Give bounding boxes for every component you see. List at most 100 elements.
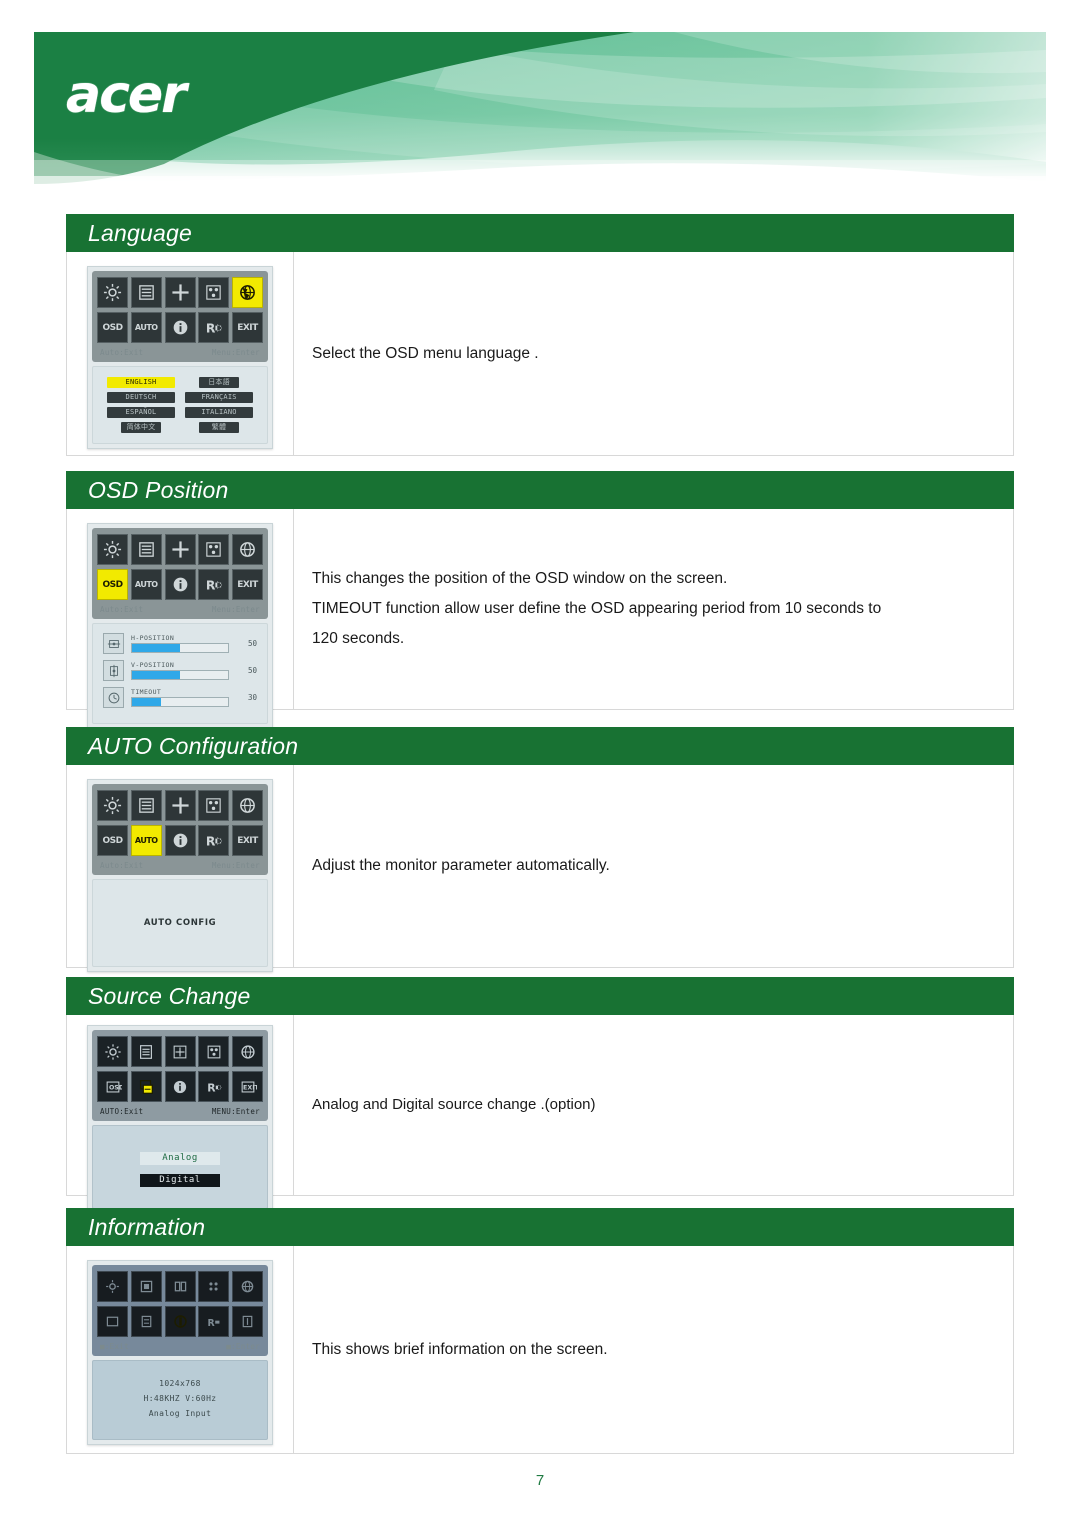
source-option-analog[interactable]: Analog [140,1152,220,1165]
osd-figure-source-change: OSD R EXIT [67,1015,294,1214]
slider-row[interactable]: TIMEOUT 30 [103,687,257,708]
source-icon[interactable] [130,1071,162,1102]
contrast-icon[interactable] [130,790,162,821]
osd-hint-left: Auto:Exit [100,605,144,614]
language-option[interactable]: ENGLISH [107,377,175,388]
section-body-source-change: OSD R EXIT [66,1015,1014,1214]
osd-source-list: Analog Digital [92,1125,268,1209]
language-icon[interactable] [232,277,263,308]
contrast-icon[interactable] [130,1036,162,1067]
osd-hint-bar: AUTO:Exit MENU:Enter [97,1106,263,1119]
section-description-osd-position: This changes the position of the OSD win… [294,509,1013,709]
color-icon[interactable] [198,277,230,308]
brightness-icon[interactable] [97,277,128,308]
osd-icon-grid: OSD AUTO R EXIT Auto:Exit Menu:Enter [92,528,268,619]
svg-text:R: R [206,321,216,335]
auto-icon[interactable]: AUTO [130,825,162,856]
auto-icon[interactable]: AUTO [130,569,162,600]
h-v-position-icon[interactable] [164,790,196,821]
reset-icon[interactable]: R [198,1071,230,1102]
slider-track[interactable] [131,670,229,680]
slider-row[interactable]: V-POSITION 50 [103,660,257,681]
osd-hint-right: ■:Enter [226,1342,260,1351]
osd-position-sliders: H-POSITION 50 V-POSITION 50 TIMEOUT 30 [92,623,268,724]
information-icon[interactable] [164,569,196,600]
section-source-change: Source Change OS R EXI AUTO:Exit MENU:En… [66,977,1014,1214]
exit-icon[interactable] [232,1306,263,1337]
reset-icon[interactable]: R [198,1306,230,1337]
reset-icon[interactable]: R [198,569,230,600]
language-option[interactable]: 简体中文 [121,422,161,433]
language-option[interactable]: ITALIANO [185,407,253,418]
reset-icon[interactable]: R [198,825,230,856]
slider-value: 50 [247,639,257,648]
svg-text:R: R [206,834,216,848]
color-icon[interactable] [198,534,230,565]
osd-icon-row-1 [97,277,263,308]
auto-icon[interactable] [130,1306,162,1337]
exit-icon[interactable]: EXIT [232,1071,263,1102]
language-option[interactable]: ESPAÑOL [107,407,175,418]
slider-track[interactable] [131,643,229,653]
slider-list: H-POSITION 50 V-POSITION 50 TIMEOUT 30 [99,631,261,716]
language-icon[interactable] [232,534,263,565]
information-icon[interactable] [164,825,196,856]
acer-header-banner: acer [34,32,1046,192]
brightness-icon[interactable] [97,534,128,565]
osd-icon-row-2: OSD AUTO R EXIT [97,569,263,600]
color-icon[interactable] [198,1271,230,1302]
osd-figure-auto-configuration: OSD AUTO R EXIT Auto:Exit Menu:Enter AUT… [67,765,294,972]
information-icon[interactable] [164,1071,196,1102]
information-icon[interactable] [164,1306,196,1337]
osd-icon[interactable] [97,1306,128,1337]
osd-icon[interactable]: OSD [97,825,128,856]
color-icon[interactable] [198,1036,230,1067]
auto-config-label: AUTO CONFIG [143,918,217,928]
exit-icon[interactable]: EXIT [232,825,263,856]
slider-value: 30 [247,693,257,702]
osd-hint-right: MENU:Enter [211,1107,260,1116]
slider-value: 50 [247,666,257,675]
svg-text:R: R [208,1318,216,1329]
auto-icon[interactable]: AUTO [130,312,162,343]
language-option[interactable]: 繁體 [199,422,239,433]
exit-icon[interactable]: EXIT [232,569,263,600]
osd-icon[interactable]: OSD [97,312,128,343]
language-icon[interactable] [232,1036,263,1067]
osd-information-panel: 1024x768 H:48KHZ V:60Hz Analog Input [92,1360,268,1440]
information-icon[interactable] [164,312,196,343]
description-line: 120 seconds. [312,630,405,647]
osd-icon-row-2: R [97,1306,263,1337]
language-option[interactable]: FRANÇAIS [185,392,253,403]
source-option-digital[interactable]: Digital [140,1174,220,1187]
color-icon[interactable] [198,790,230,821]
slider-fill [132,644,180,652]
slider-row[interactable]: H-POSITION 50 [103,633,257,654]
brightness-icon[interactable] [97,1036,128,1067]
brightness-icon[interactable] [97,790,128,821]
contrast-icon[interactable] [130,1271,162,1302]
contrast-icon[interactable] [130,277,162,308]
language-option[interactable]: 日本語 [199,377,239,388]
osd-icon-grid: OSD AUTO R EXIT Auto:Exit Menu:Enter [92,271,268,362]
osd-hint-bar: Auto:Exit Menu:Enter [97,347,263,360]
osd-icon[interactable]: OSD [97,1071,128,1102]
section-title-information: Information [66,1208,1014,1246]
osd-hint-right: Menu:Enter [211,861,260,870]
osd-icon[interactable]: OSD [97,569,128,600]
h-v-position-icon[interactable] [164,534,196,565]
h-v-position-icon[interactable] [164,1271,196,1302]
language-icon[interactable] [232,790,263,821]
osd-language-list: ENGLISH 日本語 DEUTSCH FRANÇAIS ESPAÑOL ITA… [92,366,268,444]
exit-icon[interactable]: EXIT [232,312,263,343]
language-option[interactable]: DEUTSCH [107,392,175,403]
h-v-position-icon[interactable] [164,277,196,308]
brightness-icon[interactable] [97,1271,128,1302]
h-v-position-icon[interactable] [164,1036,196,1067]
contrast-icon[interactable] [130,534,162,565]
svg-text:EXIT: EXIT [243,1084,257,1091]
slider-track[interactable] [131,697,229,707]
language-icon[interactable] [232,1271,263,1302]
description-line: This changes the position of the OSD win… [312,570,728,587]
reset-icon[interactable]: R [198,312,230,343]
